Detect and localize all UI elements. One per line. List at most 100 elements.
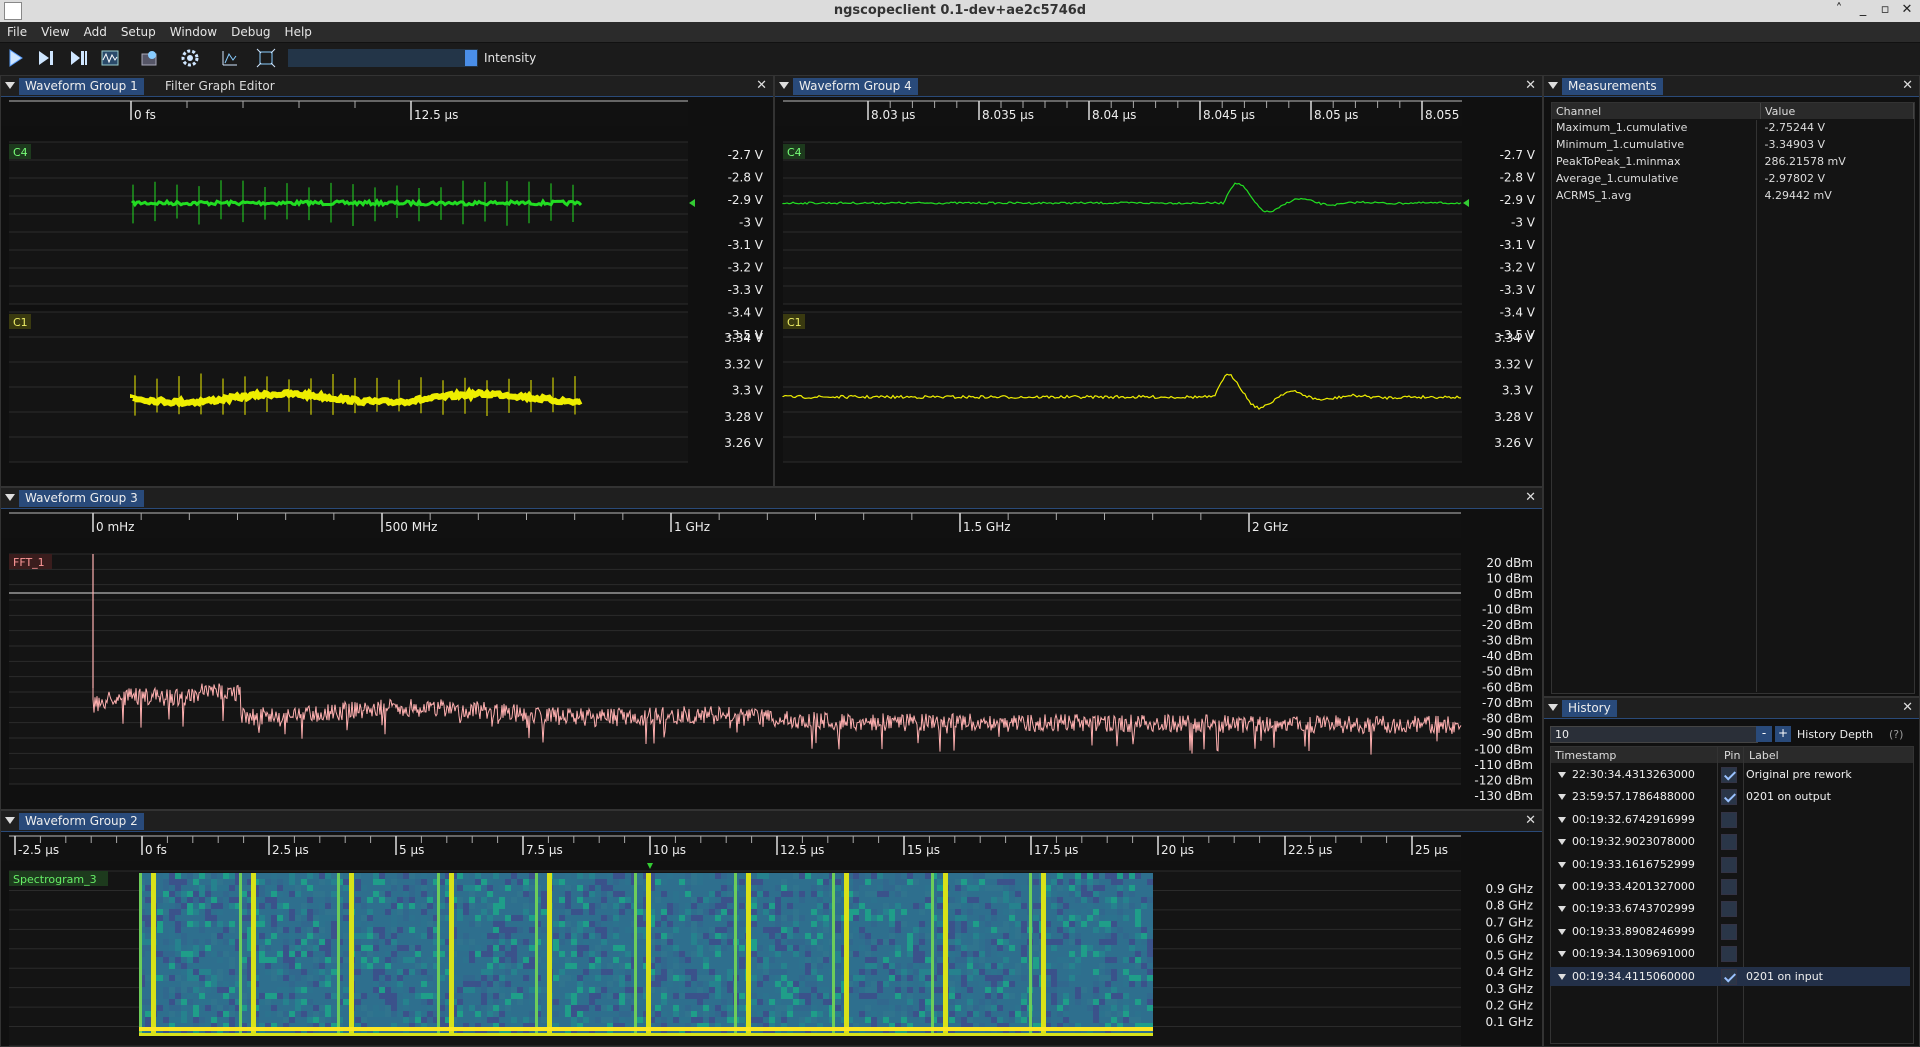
tab-history[interactable]: History (1562, 700, 1617, 717)
spectrogram-cell (421, 903, 427, 909)
waveform-group-2-view[interactable]: -2.5 µs 0 fs 2.5 µs 5 µs 7.5 µs 10 µs 12.5 µs 1… (1, 811, 1542, 1046)
waveform-icon[interactable] (100, 48, 120, 68)
spectrogram-cell (499, 945, 505, 951)
intensity-slider[interactable] (288, 49, 478, 67)
pin-checkbox[interactable] (1721, 767, 1737, 783)
maximize-icon[interactable]: ▫ (1876, 2, 1894, 17)
menu-debug[interactable]: Debug (224, 22, 277, 39)
pin-checkbox[interactable] (1721, 879, 1737, 895)
menu-window[interactable]: Window (163, 22, 224, 39)
history-depth-input[interactable] (1550, 726, 1758, 743)
spectrogram-cell (751, 1017, 757, 1023)
column-header-channel[interactable]: Channel (1552, 103, 1761, 119)
history-depth-increase-button[interactable]: + (1775, 726, 1791, 742)
spectrogram-cell (481, 993, 487, 999)
spectrogram-cell (517, 963, 523, 969)
menu-help[interactable]: Help (278, 22, 319, 39)
panel-menu-icon[interactable] (1548, 704, 1558, 711)
table-row[interactable]: Maximum_1.cumulative -2.75244 V (1552, 119, 1914, 136)
table-row[interactable]: Average_1.cumulative -2.97802 V (1552, 170, 1914, 187)
spectrogram-cell (481, 879, 487, 885)
panel-menu-icon[interactable] (1548, 82, 1558, 89)
tab-measurements[interactable]: Measurements (1562, 78, 1663, 95)
expand-arrow-icon[interactable] (1558, 884, 1566, 890)
history-row[interactable]: 00:19:32.6742916999 (1550, 810, 1910, 829)
spectrogram-cell (211, 915, 217, 921)
single-trigger-icon[interactable] (36, 48, 56, 68)
spectrogram-cell (169, 963, 175, 969)
close-icon[interactable]: ✕ (1902, 700, 1913, 715)
spectrogram-cell (985, 885, 991, 891)
history-label[interactable]: 0201 on input (1746, 970, 1823, 983)
waveform-group-4-view[interactable]: 8.03 µs 8.035 µs 8.04 µs 8.045 µs 8.05 µs 8.0… (775, 76, 1542, 486)
table-row[interactable]: ACRMS_1.avg 4.29442 mV (1552, 187, 1914, 204)
history-label[interactable]: 0201 on output (1746, 790, 1831, 803)
pin-checkbox[interactable] (1721, 856, 1737, 873)
pin-checkbox[interactable] (1721, 834, 1737, 851)
close-icon[interactable]: ✕ (1898, 2, 1916, 17)
expand-arrow-icon[interactable] (1558, 772, 1566, 778)
menu-add[interactable]: Add (77, 22, 114, 39)
history-row[interactable]: 00:19:32.9023078000 (1550, 832, 1910, 851)
expand-arrow-icon[interactable] (1558, 861, 1566, 868)
spectrogram-cell (889, 939, 895, 945)
pin-checkbox[interactable] (1721, 789, 1737, 806)
fullscreen-icon[interactable] (256, 48, 276, 68)
waveform-group-3-view[interactable]: 0 mHz 500 MHz 1 GHz 1.5 GHz 2 GHz FFT_1 20 dB… (1, 488, 1542, 809)
spectrogram-cell (1021, 903, 1027, 909)
minimize-icon[interactable]: _ (1854, 2, 1872, 17)
expand-arrow-icon[interactable] (1558, 928, 1566, 935)
expand-arrow-icon[interactable] (1558, 816, 1566, 823)
instrument-icon[interactable] (140, 48, 160, 68)
spectrogram-cell (913, 1011, 919, 1017)
history-row[interactable]: 00:19:34.4115060000 0201 on input (1550, 966, 1910, 986)
run-icon[interactable] (6, 48, 26, 68)
history-row[interactable]: 00:19:33.6743702999 (1550, 899, 1910, 918)
pin-checkbox[interactable] (1721, 946, 1737, 963)
menu-view[interactable]: View (34, 22, 76, 39)
column-header-value[interactable]: Value (1760, 103, 1914, 119)
pin-checkbox[interactable] (1721, 901, 1737, 918)
force-trigger-icon[interactable] (68, 48, 88, 68)
expand-arrow-icon[interactable] (1558, 951, 1566, 958)
table-row[interactable]: Minimum_1.cumulative -3.34903 V (1552, 136, 1914, 153)
spectrogram-cell (169, 915, 175, 921)
g3-fft-ytick: -90 dBm (1482, 727, 1533, 741)
spectrogram-cell (145, 1011, 151, 1017)
history-row[interactable]: 00:19:33.4201327000 (1550, 877, 1910, 896)
history-row[interactable]: 22:30:34.4313263000 Original pre rework (1550, 765, 1910, 784)
chevron-up-icon[interactable]: ˄ (1830, 2, 1848, 17)
gear-icon[interactable] (180, 48, 200, 68)
spectrogram-cell (409, 945, 415, 951)
column-header-label[interactable]: Label (1749, 749, 1779, 762)
column-header-pin[interactable]: Pin (1724, 749, 1740, 762)
expand-arrow-icon[interactable] (1558, 973, 1566, 980)
spectrogram-cell (175, 873, 181, 879)
spectrogram-cell (181, 891, 187, 897)
filter-graph-icon[interactable] (220, 48, 240, 68)
expand-arrow-icon[interactable] (1558, 794, 1566, 801)
pin-checkbox[interactable] (1721, 811, 1737, 828)
intensity-slider-handle[interactable] (465, 50, 477, 66)
expand-arrow-icon[interactable] (1558, 839, 1566, 846)
expand-arrow-icon[interactable] (1558, 906, 1566, 913)
history-label[interactable]: Original pre rework (1746, 768, 1852, 781)
spectrogram-cell (859, 969, 865, 975)
pin-checkbox[interactable] (1721, 968, 1737, 985)
history-row[interactable]: 00:19:34.1309691000 (1550, 944, 1910, 963)
menu-setup[interactable]: Setup (114, 22, 163, 39)
spectrogram-cell (175, 885, 181, 891)
spectrogram-cell (367, 921, 373, 927)
history-row[interactable]: 00:19:33.8908246999 (1550, 922, 1910, 941)
spectrogram-cell (457, 1011, 463, 1017)
help-marker[interactable]: (?) (1889, 728, 1903, 741)
close-icon[interactable]: ✕ (1902, 78, 1913, 93)
pin-checkbox[interactable] (1721, 923, 1737, 940)
history-row[interactable]: 00:19:33.1616752999 (1550, 855, 1910, 874)
waveform-group-1-view[interactable]: 0 fs 12.5 µs C4 -2.7 V-2.8 V-2.9 V-3 V-3.1… (1, 76, 773, 486)
column-header-timestamp[interactable]: Timestamp (1555, 749, 1616, 762)
menu-file[interactable]: File (0, 22, 34, 39)
table-row[interactable]: PeakToPeak_1.minmax 286.21578 mV (1552, 153, 1914, 170)
history-row[interactable]: 23:59:57.1786488000 0201 on output (1550, 787, 1910, 806)
history-depth-decrease-button[interactable]: - (1756, 726, 1772, 742)
